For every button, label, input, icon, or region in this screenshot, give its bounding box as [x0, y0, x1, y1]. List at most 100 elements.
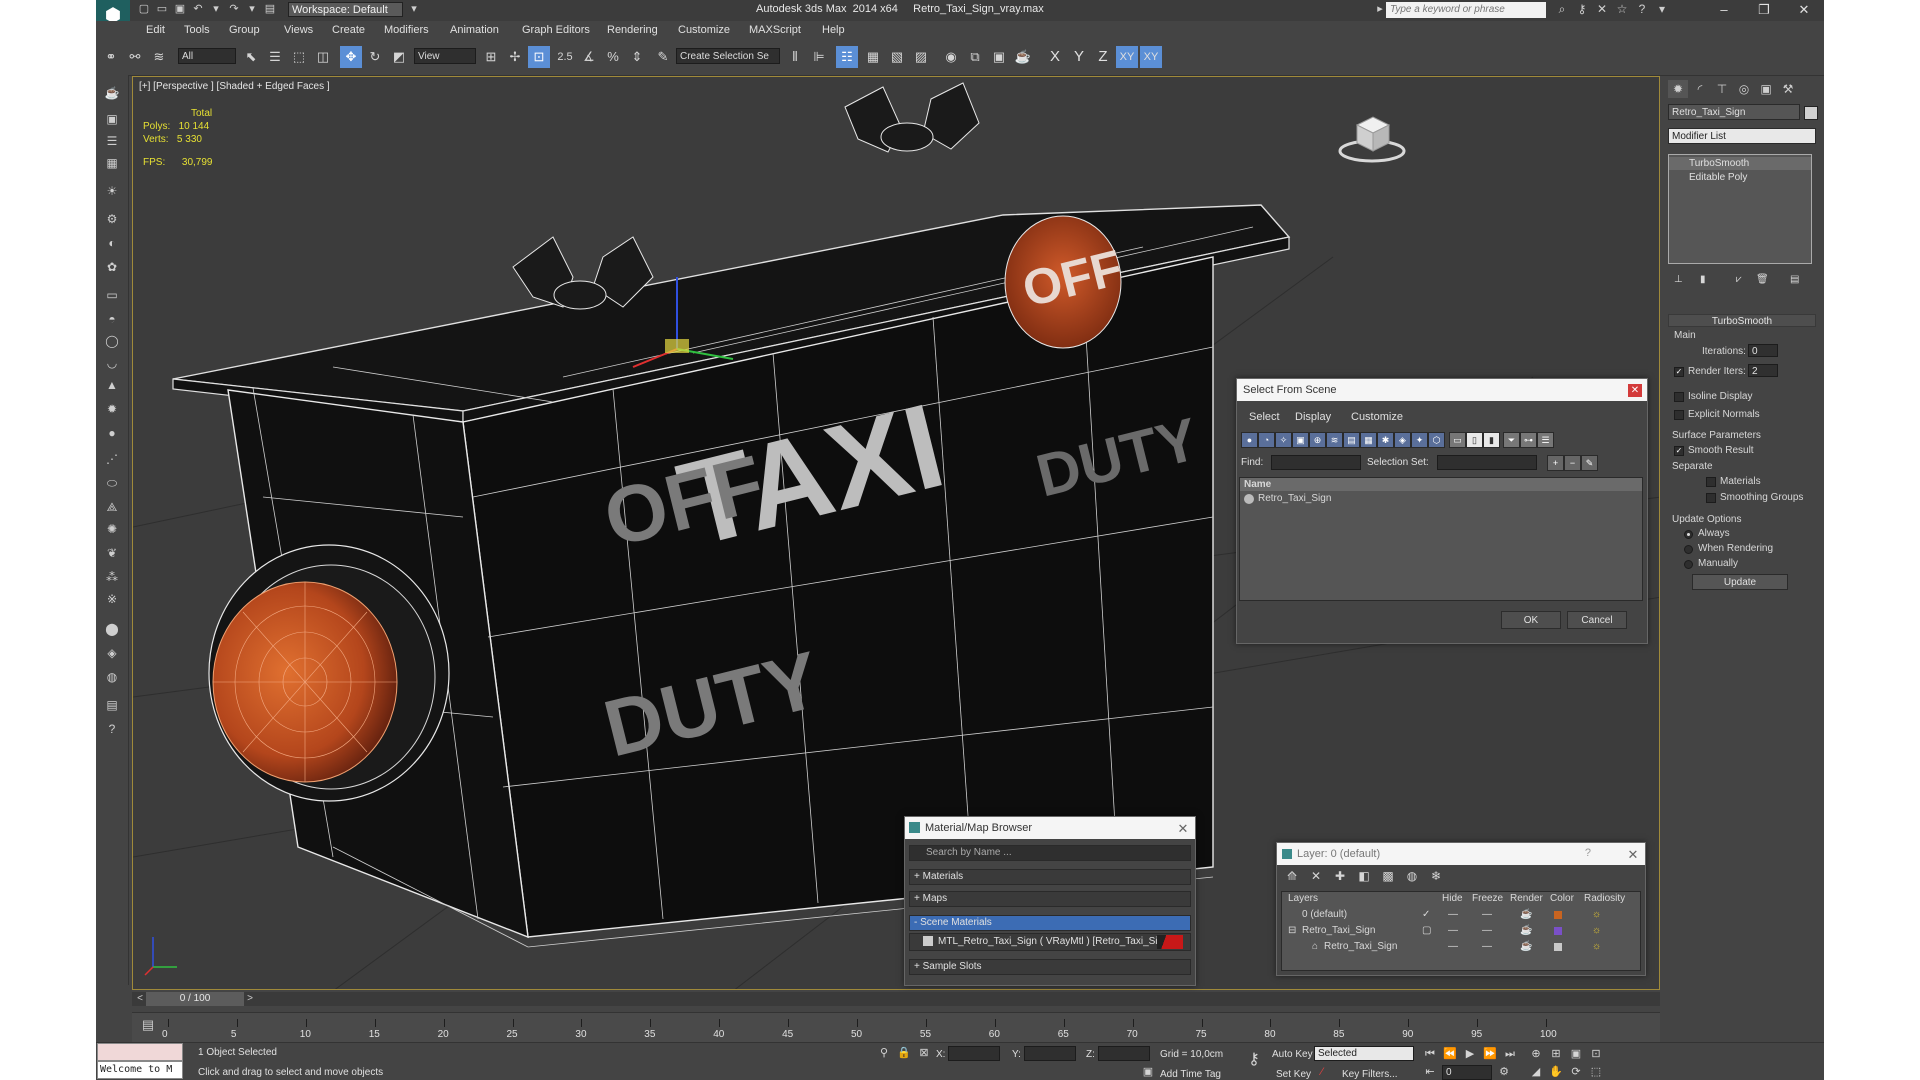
zoom-extents-all-icon[interactable]: ⊡ [1588, 1047, 1604, 1061]
smoothing-groups-checkbox[interactable] [1706, 493, 1716, 503]
sample-slots-group[interactable]: + Sample Slots [909, 959, 1191, 975]
col-freeze[interactable]: Freeze [1472, 892, 1503, 906]
viewport-label[interactable]: [+] [Perspective ] [Shaded + Edged Faces… [139, 81, 330, 92]
filter-spacewarps-icon[interactable]: ≋ [1326, 432, 1343, 448]
particles-icon[interactable]: ✿ [104, 259, 120, 275]
key-filter-icon[interactable]: ⁄ [1314, 1065, 1330, 1079]
make-unique-icon[interactable]: ⩗ [1736, 274, 1742, 285]
filter-frozen-icon[interactable]: ✦ [1411, 432, 1428, 448]
axis-xy-button[interactable]: XY [1116, 46, 1138, 68]
help-dropdown-icon[interactable]: ▾ [1652, 2, 1672, 16]
select-dialog-menu-customize[interactable]: Customize [1351, 411, 1403, 423]
layer-color-swatch[interactable] [1554, 927, 1562, 935]
manipulate-icon[interactable]: ✢ [504, 46, 526, 68]
col-layers[interactable]: Layers [1288, 892, 1318, 906]
filter-hidden-icon[interactable]: ⬡ [1428, 432, 1445, 448]
pin-stack-icon[interactable]: ⊥ [1674, 274, 1683, 285]
freeze-all-layers-icon[interactable]: ❄ [1427, 867, 1445, 885]
smooth-result-checkbox[interactable]: ✓ [1674, 446, 1684, 456]
binoculars-icon[interactable]: ⌕ [1552, 2, 1572, 17]
layer-color-swatch[interactable] [1554, 911, 1562, 919]
menu-tools[interactable]: Tools [184, 24, 210, 36]
layer-manager-icon[interactable]: ☷ [836, 46, 858, 68]
undo-dropdown-icon[interactable]: ▾ [208, 2, 224, 17]
script-icon[interactable]: ▤ [104, 697, 120, 713]
angle-snap-icon[interactable]: ∡ [578, 46, 600, 68]
always-radio[interactable] [1684, 530, 1693, 539]
add-time-tag[interactable]: Add Time Tag [1160, 1069, 1221, 1080]
col-render[interactable]: Render [1510, 892, 1543, 906]
prev-key-icon[interactable]: ⏪ [1442, 1047, 1458, 1061]
motion-tab-icon[interactable]: ◎ [1734, 80, 1754, 98]
col-hide[interactable]: Hide [1442, 892, 1463, 906]
scene-material-item[interactable]: MTL_Retro_Taxi_Sign ( VRayMtl ) [Retro_T… [909, 933, 1191, 951]
selection-lock-icon[interactable]: 🔒 [896, 1046, 912, 1060]
show-end-result-icon[interactable]: ▮ [1700, 274, 1706, 285]
render-iters-spinner[interactable]: 2 [1748, 364, 1778, 377]
reference-coord-dropdown[interactable]: View [414, 48, 476, 64]
filter-helpers-icon[interactable]: ⊕ [1309, 432, 1326, 448]
col-color[interactable]: Color [1550, 892, 1574, 906]
render-iters-checkbox[interactable]: ✓ [1674, 367, 1684, 377]
sel-set-remove-icon[interactable]: − [1564, 455, 1581, 471]
isolate-selection-icon[interactable]: ⚲ [876, 1046, 892, 1060]
configure-sets-icon[interactable]: ▤ [1790, 274, 1799, 285]
filter-lights-icon[interactable]: ✧ [1275, 432, 1292, 448]
new-file-icon[interactable]: ▢ [136, 2, 152, 17]
object-name-field[interactable]: Retro_Taxi_Sign [1668, 104, 1800, 120]
orbit-icon[interactable]: ⟳ [1568, 1065, 1584, 1079]
sphere-icon[interactable]: ◯ [104, 333, 120, 349]
isoline-display-checkbox[interactable] [1674, 392, 1684, 402]
spacewarp-icon[interactable]: ◐ [104, 235, 120, 251]
sprocket-icon[interactable]: ✺ [104, 521, 120, 537]
sel-set-edit-icon[interactable]: ✎ [1581, 455, 1598, 471]
keyboard-shortcut-icon[interactable]: ⊡ [528, 46, 550, 68]
help-icon[interactable]: ? [1632, 2, 1652, 16]
schematic-view-icon[interactable]: ▨ [910, 46, 932, 68]
menu-edit[interactable]: Edit [146, 24, 165, 36]
filter-containers-icon[interactable]: ◈ [1394, 432, 1411, 448]
menu-customize[interactable]: Customize [678, 24, 730, 36]
maxscript-listener[interactable]: Welcome to M [97, 1043, 183, 1079]
box-icon[interactable]: ▭ [104, 287, 120, 303]
select-dialog-menu-select[interactable]: Select [1249, 411, 1280, 423]
helper-icon[interactable]: ⚙ [104, 211, 120, 227]
add-to-layer-icon[interactable]: ✚ [1331, 867, 1349, 885]
menu-modifiers[interactable]: Modifiers [384, 24, 429, 36]
remove-modifier-icon[interactable]: 🗑 [1756, 274, 1769, 285]
pivot-center-icon[interactable]: ⊞ [480, 46, 502, 68]
create-layer-icon[interactable]: ⟰ [1283, 867, 1301, 885]
capsule-icon[interactable]: ⬭ [104, 475, 120, 491]
goto-end-icon[interactable]: ⏭ [1502, 1047, 1518, 1061]
window-crossing-icon[interactable]: ◫ [312, 46, 334, 68]
teapot-icon[interactable]: ☕ [104, 85, 120, 101]
percent-snap-icon[interactable]: % [602, 46, 624, 68]
snap-toggle-icon[interactable]: 2.5 [554, 46, 576, 68]
radiosity-icon[interactable]: ☼ [1592, 940, 1601, 954]
when-rendering-radio[interactable] [1684, 545, 1693, 554]
freeze-toggle-icon[interactable]: — [1482, 908, 1492, 922]
hide-toggle-icon[interactable]: — [1448, 908, 1458, 922]
next-frame-icon[interactable]: > [244, 992, 256, 1006]
sel-set-add-icon[interactable]: + [1547, 455, 1564, 471]
menu-create[interactable]: Create [332, 24, 365, 36]
rendered-frame-icon[interactable]: ▣ [988, 46, 1010, 68]
current-frame-field[interactable]: 0 [1442, 1065, 1492, 1080]
modify-tab-icon[interactable]: ◜ [1690, 80, 1710, 98]
scene-list-item[interactable]: Retro_Taxi_Sign [1258, 493, 1331, 504]
unlink-icon[interactable]: ⚯ [124, 46, 146, 68]
axis-y-button[interactable]: Y [1068, 46, 1090, 68]
sun-icon[interactable]: ✹ [104, 401, 120, 417]
select-scale-icon[interactable]: ◩ [388, 46, 410, 68]
graphite-ribbon-icon[interactable]: ▦ [862, 46, 884, 68]
spinner-snap-icon[interactable]: ⇕ [626, 46, 648, 68]
render-toggle-icon[interactable]: ☕ [1520, 940, 1532, 954]
hierarchy-icon[interactable]: ⊶ [1520, 432, 1537, 448]
select-object-icon[interactable]: ⬉ [240, 46, 262, 68]
image-icon[interactable]: ▣ [104, 111, 120, 127]
time-tag-icon[interactable]: ▣ [1140, 1065, 1156, 1079]
highlight-layer-icon[interactable]: ▩ [1379, 867, 1397, 885]
time-slider-thumb[interactable]: 0 / 100 [146, 992, 244, 1006]
expand-layer-icon[interactable]: ⊟ [1288, 924, 1296, 938]
render-setup-icon[interactable]: ⧉ [964, 46, 986, 68]
